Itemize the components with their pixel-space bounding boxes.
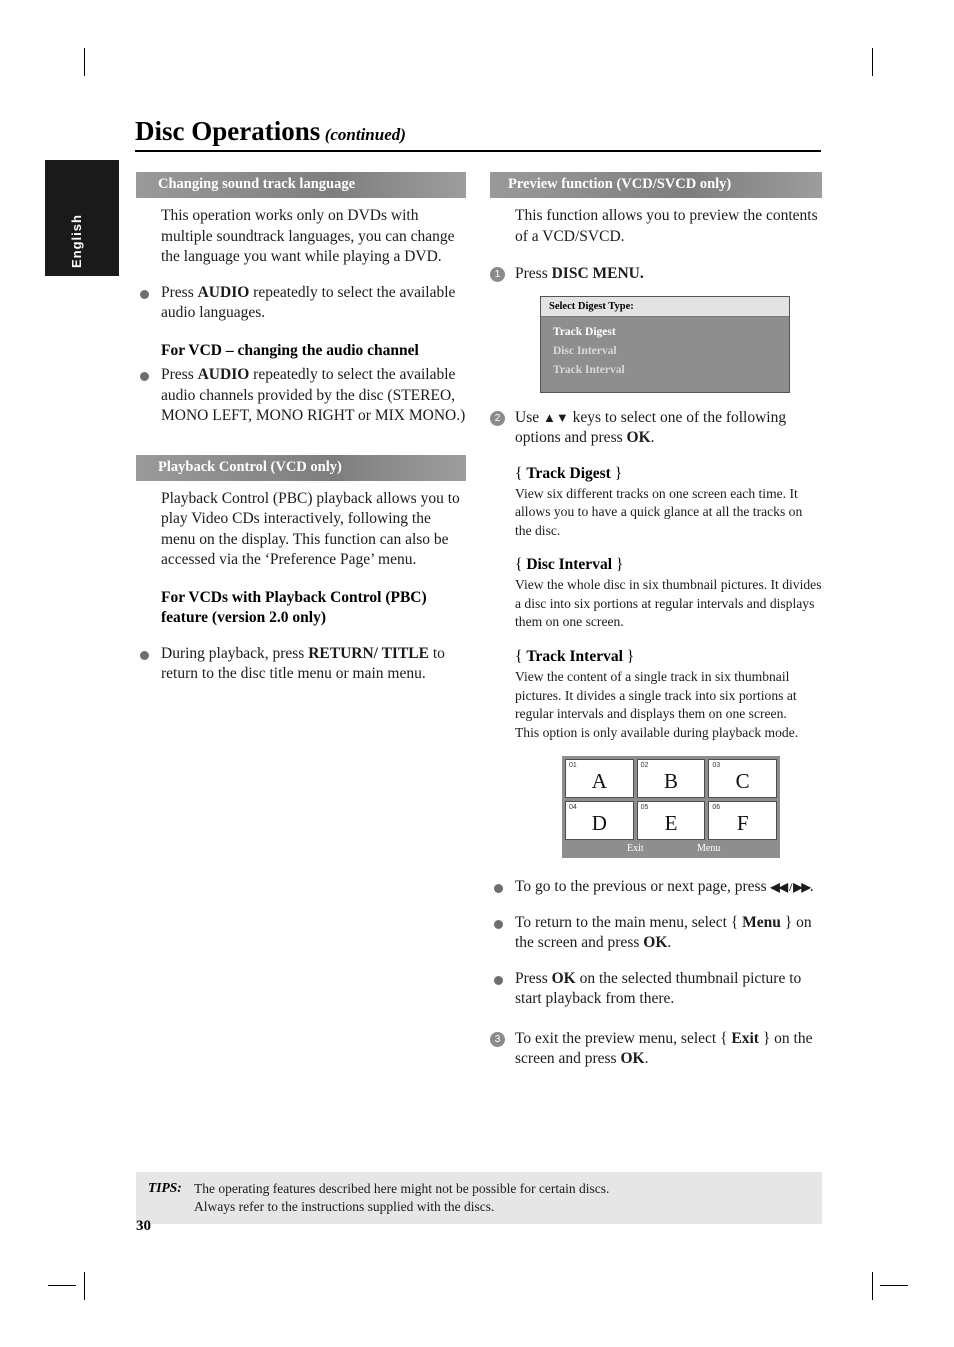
thumbnail-menu-label[interactable]: Menu [697, 843, 720, 854]
section-heading-sound-track-language: Changing sound track language [136, 172, 466, 198]
bullet-dot-icon [494, 884, 503, 894]
crop-mark-top-left [84, 48, 85, 76]
thumbnail-number: 03 [712, 762, 721, 770]
osd-option-track-interval[interactable]: Track Interval [553, 361, 789, 380]
language-tab: English [45, 160, 119, 276]
subheading-for-vcds-with-pbc: For VCDs with Playback Control (PBC) fea… [161, 588, 427, 627]
section-heading-playback-control: Playback Control (VCD only) [136, 454, 466, 481]
bullet-dot-icon [140, 289, 149, 299]
thumbnail-cells: 01 A 02 B 03 C 04 D 05 E 06 F [565, 759, 777, 841]
thumbnail-letter: C [735, 769, 750, 794]
bullet-audio-languages: Press AUDIO repeatedly to select the ava… [136, 283, 466, 324]
thumbnail-cell[interactable]: 01 A [565, 759, 634, 799]
item-text-track-digest: View six different tracks on one screen … [515, 485, 803, 538]
step-3-text: To exit the preview menu, select { Exit … [515, 1029, 813, 1068]
tips-label: TIPS: [148, 1180, 182, 1195]
bullet-dot-icon [140, 650, 149, 660]
step-2: 2 Use ▲▼ keys to select one of the follo… [490, 408, 822, 449]
skip-buttons-icon: ◀◀ / ▶▶ [770, 880, 810, 895]
bullet-dot-icon [140, 372, 149, 381]
tips-line-2: Always refer to the instructions supplie… [194, 1198, 495, 1214]
item-text-disc-interval: View the whole disc in six thumbnail pic… [515, 577, 822, 630]
item-heading-track-digest: { Track Digest } [515, 464, 623, 482]
thumbnail-number: 01 [569, 762, 577, 770]
updown-keys-icon: ▲▼ [542, 409, 569, 425]
bullet-return-main-menu: To return to the main menu, select { Men… [490, 913, 822, 954]
step-1-text: Press DISC MENU. [515, 265, 644, 282]
osd-option-disc-interval[interactable]: Disc Interval [553, 342, 789, 361]
title-divider [135, 150, 821, 152]
page-number: 30 [136, 1218, 151, 1234]
thumbnail-cell[interactable]: 02 B [636, 759, 706, 799]
thumbnail-number: 02 [640, 762, 649, 770]
crop-mark-bottom-left [84, 1272, 85, 1300]
step-number-1: 1 [490, 267, 505, 282]
thumbnail-letter: D [591, 811, 607, 836]
bullet-dot-icon [494, 919, 503, 929]
step-3: 3 To exit the preview menu, select { Exi… [490, 1029, 822, 1070]
osd-select-digest-type: Select Digest Type: Track Digest Disc In… [540, 295, 790, 393]
bullet-press-ok-thumbnail-text: Press OK on the selected thumbnail pictu… [515, 969, 802, 1008]
thumbnail-cell[interactable]: 06 F [708, 801, 777, 841]
thumbnail-letter: A [591, 769, 607, 794]
bullet-prev-next-page-text: To go to the previous or next page, pres… [515, 878, 814, 896]
thumbnail-cell[interactable]: 04 D [565, 801, 634, 841]
left-column: Changing sound track language This opera… [136, 172, 466, 685]
language-tab-label: English [69, 214, 84, 268]
bullet-audio-channels: Press AUDIO repeatedly to select the ava… [136, 365, 466, 427]
crop-mark-left-top [48, 1285, 76, 1286]
thumbnail-cell[interactable]: 05 E [636, 801, 706, 841]
crop-mark-top-right [872, 48, 873, 76]
bullet-dot-icon [494, 975, 503, 985]
tips-text: The operating features described here mi… [194, 1180, 822, 1215]
thumbnail-exit-label[interactable]: Exit [627, 843, 644, 854]
bullet-return-title-text: During playback, press RETURN/ TITLE to … [161, 644, 445, 683]
preview-thumbnail-grid: 01 A 02 B 03 C 04 D 05 E 06 F Exit Menu [562, 756, 780, 859]
playback-control-intro: Playback Control (PBC) playback allows y… [161, 489, 460, 569]
thumbnail-footer: Exit Menu [565, 840, 777, 858]
sound-track-intro: This operation works only on DVDs with m… [161, 207, 455, 265]
thumbnail-number: 04 [569, 804, 577, 812]
step-1: 1 Press DISC MENU. [490, 264, 822, 285]
bullet-return-main-menu-text: To return to the main menu, select { Men… [515, 913, 812, 952]
step-number-3: 3 [490, 1031, 505, 1047]
thumbnail-letter: E [664, 811, 678, 836]
thumbnail-letter: F [736, 811, 749, 836]
manual-page: Disc Operations (continued) English Chan… [0, 0, 954, 1347]
tips-line-1: The operating features described here mi… [194, 1181, 610, 1196]
preview-function-intro: This function allows you to preview the … [515, 207, 818, 245]
thumbnail-number: 05 [640, 804, 649, 812]
bullet-audio-languages-text: Press AUDIO repeatedly to select the ava… [161, 283, 456, 322]
thumbnail-letter: B [663, 769, 678, 794]
bullet-return-title: During playback, press RETURN/ TITLE to … [136, 644, 466, 685]
bullet-prev-next-page: To go to the previous or next page, pres… [490, 877, 822, 898]
item-heading-track-interval: { Track Interval } [515, 648, 635, 666]
bullet-audio-channels-text: Press AUDIO repeatedly to select the ava… [161, 366, 466, 424]
bullet-press-ok-thumbnail: Press OK on the selected thumbnail pictu… [490, 969, 822, 1010]
page-title-main: Disc Operations [135, 116, 321, 146]
subheading-for-vcd-audio-channel: For VCD – changing the audio channel [161, 341, 419, 359]
step-number-2: 2 [490, 410, 505, 426]
osd-title: Select Digest Type: [541, 296, 789, 317]
right-column: Preview function (VCD/SVCD only) This fu… [490, 172, 822, 1070]
crop-mark-bottom-right [872, 1272, 873, 1300]
tips-box: TIPS: The operating features described h… [136, 1172, 822, 1224]
osd-option-track-digest[interactable]: Track Digest [553, 323, 789, 342]
item-heading-disc-interval: { Disc Interval } [515, 556, 624, 574]
osd-options: Track Digest Disc Interval Track Interva… [541, 316, 789, 392]
thumbnail-number: 06 [712, 804, 721, 812]
section-heading-preview-function: Preview function (VCD/SVCD only) [490, 172, 822, 198]
item-text-track-interval: View the content of a single track in si… [515, 669, 799, 740]
step-2-text: Use ▲▼ keys to select one of the followi… [515, 408, 787, 447]
page-title: Disc Operations (continued) [135, 116, 821, 147]
page-title-suffix: (continued) [324, 125, 406, 144]
crop-mark-right-top [880, 1285, 908, 1286]
thumbnail-cell[interactable]: 03 C [708, 759, 777, 799]
